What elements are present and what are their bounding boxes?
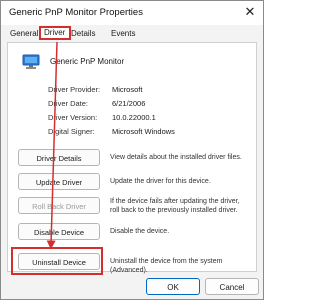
cancel-button[interactable]: Cancel [205, 278, 259, 295]
properties-dialog: Generic PnP Monitor Properties ✕ General… [0, 0, 264, 300]
annotation-arrow [46, 41, 58, 250]
ok-button[interactable]: OK [146, 278, 200, 295]
